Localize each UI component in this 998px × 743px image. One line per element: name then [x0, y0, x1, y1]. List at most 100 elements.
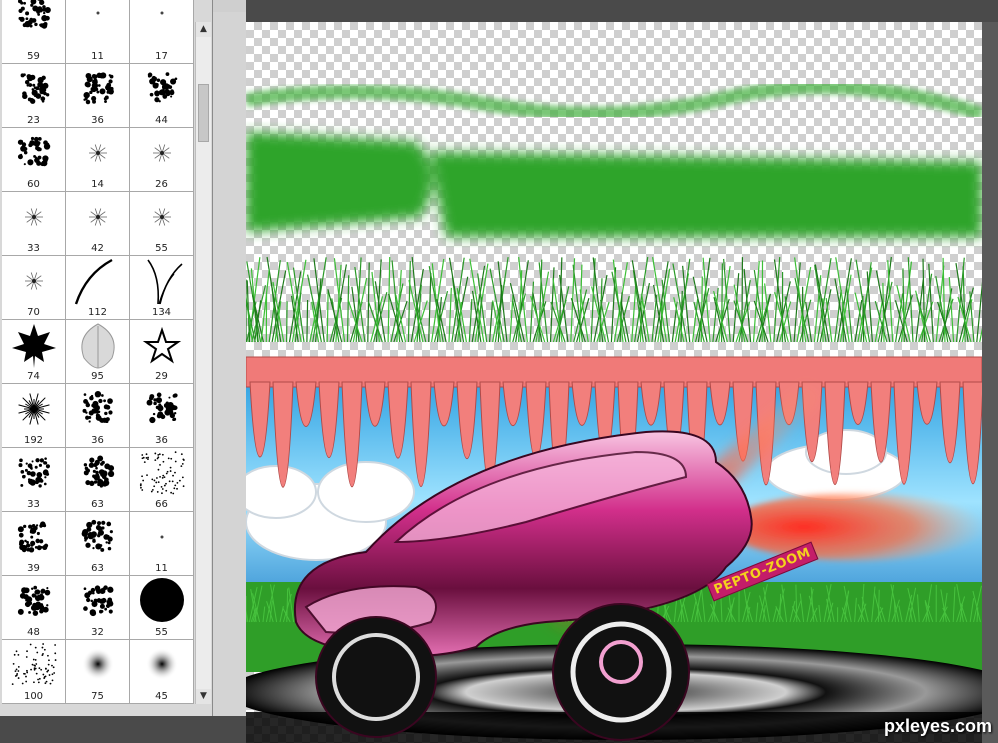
star-burst-brush-icon — [25, 272, 43, 290]
brush-size-label: 95 — [91, 371, 104, 382]
brush-preset[interactable]: 23 — [2, 64, 66, 128]
brush-size-label: 60 — [27, 179, 40, 190]
scatter-dots-brush-icon — [139, 451, 185, 495]
brush-preset[interactable]: 11 — [130, 512, 194, 576]
brush-preset[interactable]: 70 — [2, 256, 66, 320]
splatter-brush-icon — [83, 585, 114, 617]
brush-size-label: 192 — [23, 435, 44, 446]
brush-panel-scrollbar[interactable]: ▲ ▼ — [195, 22, 211, 704]
brush-size-label: 39 — [27, 563, 40, 574]
splatter-brush-icon — [17, 585, 51, 616]
scroll-down-arrow-icon[interactable]: ▼ — [196, 689, 211, 704]
dot-brush-icon — [160, 11, 164, 15]
brush-size-label: 29 — [155, 371, 168, 382]
brush-size-label: 26 — [155, 179, 168, 190]
artwork — [246, 80, 982, 743]
watermark: pxleyes.com — [883, 716, 992, 736]
brush-preset-panel: 59 11 17 23 36 44 60 14 26 33 42 55 70 112 134 74 95 29 19… — [0, 0, 213, 716]
soft-green-band — [246, 132, 982, 237]
brush-preset[interactable]: 33 — [2, 448, 66, 512]
brush-preset[interactable]: 59 — [2, 0, 66, 64]
brush-size-label: 70 — [27, 307, 40, 318]
star-outline-brush-icon — [142, 326, 182, 364]
brush-preset[interactable]: 36 — [66, 384, 130, 448]
star-burst-brush-icon — [153, 144, 171, 162]
brush-size-label: 11 — [155, 563, 168, 574]
brush-preset[interactable]: 36 — [66, 64, 130, 128]
brush-preset[interactable]: 74 — [2, 320, 66, 384]
brush-preset[interactable]: 33 — [2, 192, 66, 256]
brush-size-label: 36 — [91, 115, 104, 126]
brush-size-label: 75 — [91, 691, 104, 702]
brush-size-label: 55 — [155, 627, 168, 638]
spiky-burst-brush-icon — [18, 393, 50, 425]
brush-size-label: 17 — [155, 51, 168, 62]
brush-preset[interactable]: 17 — [130, 0, 194, 64]
star-burst-brush-icon — [153, 208, 171, 226]
star-burst-brush-icon — [89, 144, 107, 162]
brush-size-label: 33 — [27, 499, 40, 510]
brush-preset[interactable]: 95 — [66, 320, 130, 384]
brush-size-label: 55 — [155, 243, 168, 254]
workspace-background — [213, 12, 246, 716]
brush-preset[interactable]: 134 — [130, 256, 194, 320]
brush-preset[interactable]: 55 — [130, 576, 194, 640]
scroll-thumb[interactable] — [198, 84, 209, 142]
document-canvas[interactable]: PEPTO-ZOOM — [246, 22, 982, 743]
brush-preset-grid: 59 11 17 23 36 44 60 14 26 33 42 55 70 112 134 74 95 29 19… — [2, 0, 194, 704]
brush-preset[interactable]: 39 — [2, 512, 66, 576]
scroll-up-arrow-icon[interactable]: ▲ — [196, 22, 211, 37]
brush-size-label: 33 — [27, 243, 40, 254]
hard-round-brush-icon — [140, 578, 184, 622]
splatter-brush-icon — [83, 455, 115, 488]
brush-size-label: 36 — [155, 435, 168, 446]
splatter-brush-icon — [17, 521, 49, 553]
splatter-brush-icon — [17, 136, 51, 167]
brush-preset[interactable]: 48 — [2, 576, 66, 640]
grass-row — [246, 256, 982, 343]
splatter-brush-icon — [82, 390, 113, 424]
exhaust-flame — [726, 493, 982, 561]
brush-preset[interactable]: 192 — [2, 384, 66, 448]
brush-size-label: 63 — [91, 499, 104, 510]
brush-preset[interactable]: 36 — [130, 384, 194, 448]
soft-round-brush-icon — [82, 648, 114, 680]
brush-preset[interactable]: 66 — [130, 448, 194, 512]
dot-brush-icon — [96, 11, 100, 15]
brush-preset[interactable]: 60 — [2, 128, 66, 192]
soft-round-brush-icon — [146, 648, 178, 680]
brush-preset[interactable]: 55 — [130, 192, 194, 256]
brush-size-label: 112 — [87, 307, 108, 318]
brush-preset[interactable]: 29 — [130, 320, 194, 384]
brush-preset[interactable]: 32 — [66, 576, 130, 640]
brush-size-label: 11 — [91, 51, 104, 62]
brush-preset[interactable]: 11 — [66, 0, 130, 64]
brush-preset[interactable]: 45 — [130, 640, 194, 704]
brush-preset[interactable]: 42 — [66, 192, 130, 256]
brush-size-label: 36 — [91, 435, 104, 446]
splatter-brush-icon — [20, 73, 50, 104]
brush-size-label: 66 — [155, 499, 168, 510]
brush-preset[interactable]: 100 — [2, 640, 66, 704]
leaf-brush-icon — [81, 323, 115, 369]
brush-preset[interactable]: 112 — [66, 256, 130, 320]
star-burst-brush-icon — [25, 208, 43, 226]
dot-brush-icon — [160, 535, 164, 539]
grass-blade-brush-icon — [74, 258, 113, 305]
brush-preset[interactable]: 63 — [66, 448, 130, 512]
thin-grass-strip — [246, 80, 982, 121]
brush-size-label: 59 — [27, 51, 40, 62]
brush-preset[interactable]: 63 — [66, 512, 130, 576]
brush-preset[interactable]: 26 — [130, 128, 194, 192]
brush-size-label: 63 — [91, 563, 104, 574]
brush-size-label: 14 — [91, 179, 104, 190]
splatter-brush-icon — [81, 519, 113, 552]
brush-preset[interactable]: 14 — [66, 128, 130, 192]
workspace-edge — [982, 22, 998, 743]
splatter-brush-icon — [147, 72, 178, 103]
brush-size-label: 42 — [91, 243, 104, 254]
brush-preset[interactable]: 75 — [66, 640, 130, 704]
brush-size-label: 32 — [91, 627, 104, 638]
brush-preset[interactable]: 44 — [130, 64, 194, 128]
splatter-brush-icon — [18, 0, 51, 29]
